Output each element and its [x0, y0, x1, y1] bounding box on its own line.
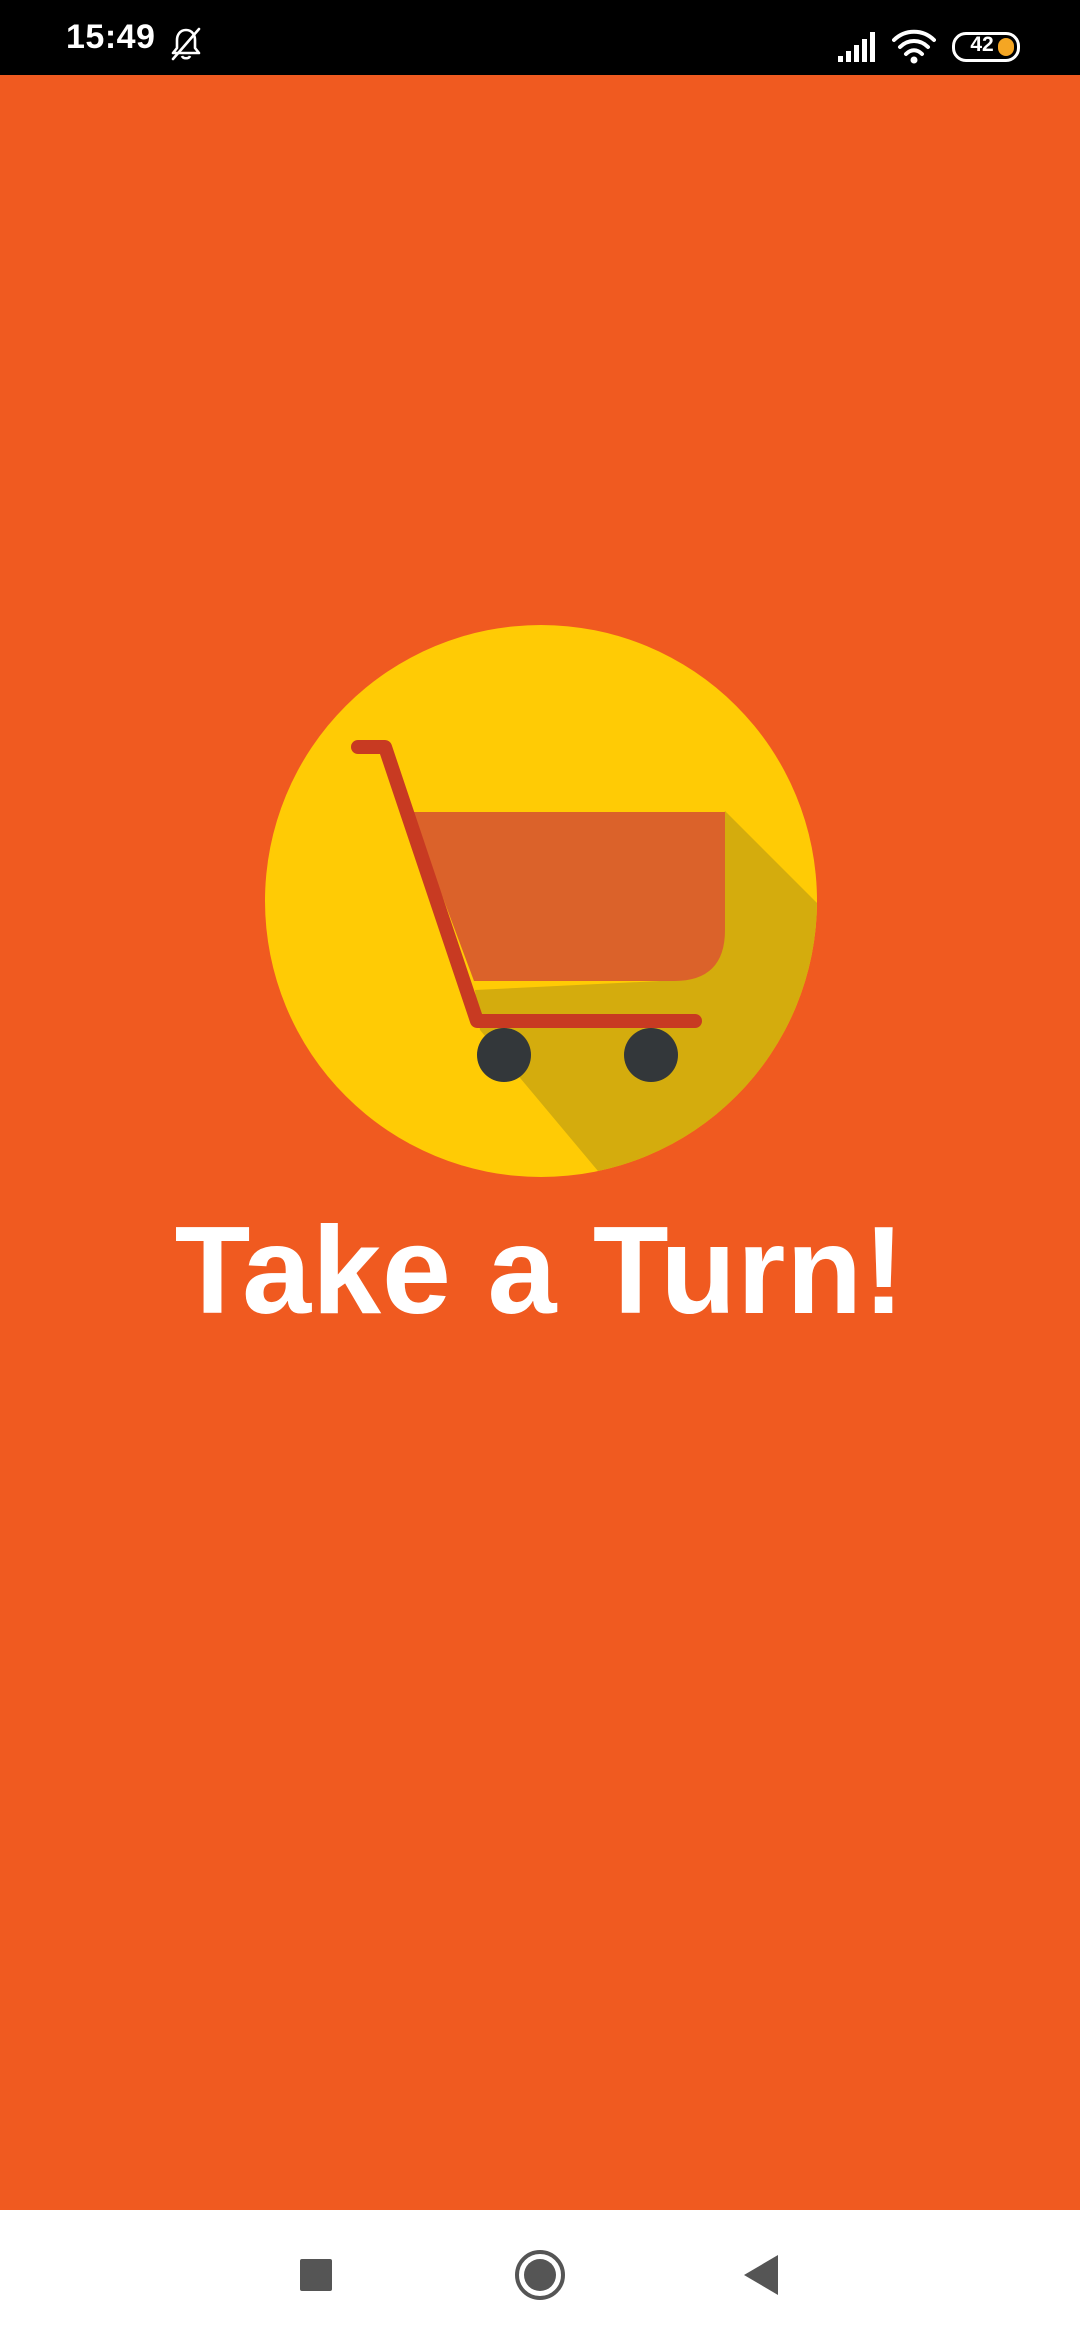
- signal-icon: [836, 30, 878, 64]
- splash-screen: 15:49 42 Take a Turn!: [0, 0, 1080, 2340]
- shopping-cart-icon: [265, 625, 817, 1177]
- cart-wheel-right: [624, 1028, 678, 1082]
- bell-off-icon: [168, 26, 204, 62]
- status-time: 15:49: [66, 18, 156, 56]
- cart-wheel-left: [477, 1028, 531, 1082]
- wifi-icon: [892, 28, 936, 64]
- battery-level: 42: [970, 33, 994, 56]
- app-title: Take a Turn!: [174, 1202, 906, 1340]
- back-triangle-icon[interactable]: [732, 2245, 792, 2305]
- navigation-bar: [0, 2210, 1080, 2340]
- status-bar: 15:49 42: [0, 0, 1080, 75]
- home-circle-icon[interactable]: [510, 2245, 570, 2305]
- recents-square-icon[interactable]: [286, 2245, 346, 2305]
- app-logo: [265, 625, 817, 1177]
- battery-icon: 42: [952, 32, 1020, 62]
